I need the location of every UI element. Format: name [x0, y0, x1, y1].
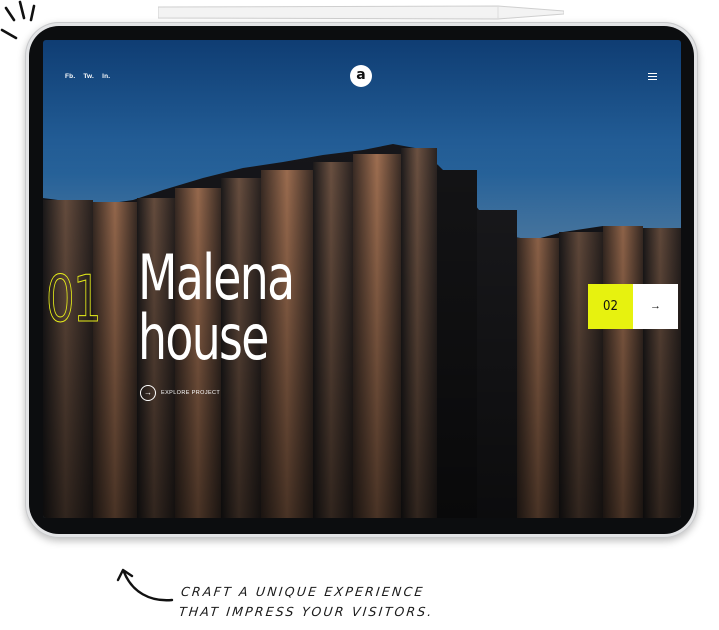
- hamburger-icon[interactable]: [648, 73, 657, 80]
- brand-logo[interactable]: a: [350, 65, 372, 87]
- project-title-line-1: Malena: [138, 241, 295, 314]
- handwritten-caption: CRAFT A UNIQUE EXPERIENCE THAT IMPRESS Y…: [178, 582, 437, 622]
- arrow-right-icon: →: [650, 300, 661, 312]
- explore-project-button[interactable]: → EXPLORE PROJECT: [140, 385, 220, 401]
- curved-arrow-doodle-icon: [116, 568, 174, 602]
- social-links: Fb. Tw. In.: [65, 73, 110, 80]
- caption-line-2: THAT IMPRESS YOUR VISITORS.: [178, 604, 435, 619]
- next-slide-number[interactable]: 02: [588, 284, 633, 329]
- caption-line-1: CRAFT A UNIQUE EXPERIENCE: [180, 584, 426, 599]
- project-title: Malena house: [138, 241, 295, 374]
- website-screen: Fb. Tw. In. a 01 Malena house → EXPLORE …: [43, 40, 681, 518]
- arrow-right-icon: →: [140, 385, 156, 401]
- social-link-facebook[interactable]: Fb.: [65, 73, 75, 80]
- project-title-line-2: house: [138, 301, 269, 374]
- social-link-twitter[interactable]: Tw.: [83, 73, 94, 80]
- stylus-pencil: [158, 5, 564, 20]
- current-slide-number: 01: [46, 263, 102, 337]
- explore-project-label: EXPLORE PROJECT: [161, 390, 221, 396]
- social-link-instagram[interactable]: In.: [102, 73, 110, 80]
- next-slide-button[interactable]: →: [633, 284, 678, 329]
